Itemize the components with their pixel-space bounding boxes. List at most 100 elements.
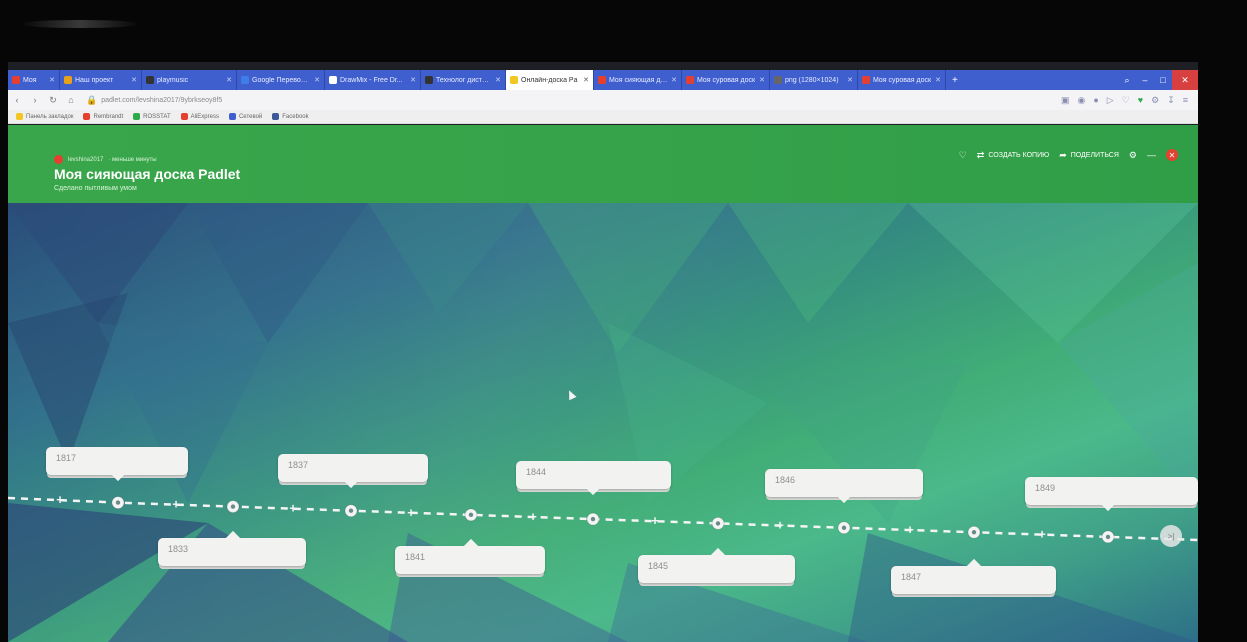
scroll-to-end-button[interactable]: >| xyxy=(1160,525,1182,547)
timeline-post-card[interactable]: 1845 xyxy=(638,547,795,583)
board-subtitle: Сделано пытливым умом xyxy=(54,185,137,192)
like-heart-icon[interactable]: ♡ xyxy=(959,150,967,161)
timeline-node-center xyxy=(1105,534,1111,540)
timeline-post-card[interactable]: 1817 xyxy=(46,447,188,482)
timeline-node-center xyxy=(841,525,847,530)
lock-icon: 🔒 xyxy=(86,94,98,105)
tab-close-icon[interactable]: ✕ xyxy=(580,76,589,84)
window-controls: ⌕ – □ ✕ xyxy=(1118,70,1198,90)
more-icon[interactable]: — xyxy=(1147,150,1156,160)
reader-icon[interactable]: ▣ xyxy=(1061,95,1070,106)
bookmark-item[interactable]: Сетевой xyxy=(228,113,262,120)
tab-favicon-icon xyxy=(774,76,782,84)
tab-close-icon[interactable]: ✕ xyxy=(46,76,55,84)
timeline-post-card[interactable]: 1847 xyxy=(891,558,1056,594)
heart-icon[interactable]: ♡ xyxy=(1122,95,1130,106)
browser-tab[interactable]: playmusic ✕ xyxy=(142,70,237,90)
remake-label: СОЗДАТЬ КОПИЮ xyxy=(988,151,1050,159)
author-avatar[interactable] xyxy=(54,155,63,164)
gear-icon[interactable]: ⚙ xyxy=(1129,150,1137,161)
shield-icon[interactable]: ♥ xyxy=(1138,95,1143,105)
add-post-plus-icon[interactable]: + xyxy=(906,522,914,537)
search-icon[interactable]: ⌕ xyxy=(1118,70,1136,90)
bookmark-item[interactable]: ROSSTAT xyxy=(133,113,171,120)
user-menu-icon[interactable]: ✕ xyxy=(1166,149,1178,161)
tab-close-icon[interactable]: ✕ xyxy=(932,76,941,84)
browser-tab[interactable]: Онлайн-доска Pa ✕ xyxy=(506,70,594,90)
forward-icon[interactable]: › xyxy=(26,95,44,105)
add-post-plus-icon[interactable]: + xyxy=(56,492,64,507)
share-icon: ➦ xyxy=(1059,149,1067,160)
bookmark-item[interactable]: Панель закладок xyxy=(16,113,73,120)
tab-close-icon[interactable]: ✕ xyxy=(492,76,501,84)
tab-close-icon[interactable]: ✕ xyxy=(844,76,853,84)
add-post-plus-icon[interactable]: + xyxy=(776,518,784,533)
browser-tab[interactable]: Моя сияющая доск ✕ xyxy=(594,70,682,90)
home-icon[interactable]: ⌂ xyxy=(62,95,80,105)
tab-close-icon[interactable]: ✕ xyxy=(223,76,232,84)
bookmark-favicon-icon xyxy=(180,113,188,120)
browser-tab[interactable]: Google Переводчик ✕ xyxy=(237,70,325,90)
maximize-icon[interactable]: □ xyxy=(1154,70,1172,90)
header-actions: ♡ ⇄ СОЗДАТЬ КОПИЮ ➦ ПОДЕЛИТЬСЯ ⚙ — ✕ xyxy=(959,149,1178,161)
timeline-node-center xyxy=(971,530,977,535)
post-title: 1837 xyxy=(288,460,309,470)
add-post-plus-icon[interactable]: + xyxy=(1038,527,1046,542)
share-label: ПОДЕЛИТЬСЯ xyxy=(1070,151,1119,159)
timeline-post-card[interactable]: 1837 xyxy=(278,454,428,489)
camera-icon[interactable]: ◉ xyxy=(1077,95,1085,106)
address-bar[interactable]: 🔒 padlet.com/levshina2017/9ybrkseoy8f5 xyxy=(86,95,222,106)
add-post-plus-icon[interactable]: + xyxy=(172,497,180,512)
browser-tab[interactable]: Моя ✕ xyxy=(8,70,60,90)
tab-favicon-icon xyxy=(598,76,606,84)
edit-time: · меньше минуты xyxy=(108,156,157,163)
vpn-icon[interactable]: ● xyxy=(1093,95,1098,105)
browser-tab[interactable]: Наш проект ✕ xyxy=(60,70,142,90)
timeline-node-center xyxy=(715,521,721,526)
remake-button[interactable]: ⇄ СОЗДАТЬ КОПИЮ xyxy=(977,150,1049,161)
share-button[interactable]: ➦ ПОДЕЛИТЬСЯ xyxy=(1059,150,1119,161)
bookmark-item[interactable]: Rembrandt xyxy=(83,113,123,120)
tab-favicon-icon xyxy=(329,76,337,84)
url-text[interactable]: padlet.com/levshina2017/9ybrkseoy8f5 xyxy=(101,97,222,104)
browser-tab[interactable]: DrawMix - Free Dr... ✕ xyxy=(325,70,421,90)
download-icon[interactable]: ↧ xyxy=(1167,95,1175,106)
post-title: 1845 xyxy=(648,561,669,571)
tab-close-icon[interactable]: ✕ xyxy=(311,76,320,84)
timeline-post-card[interactable]: 1833 xyxy=(158,530,306,566)
bookmark-label: Rembrandt xyxy=(93,113,124,120)
post-title: 1833 xyxy=(168,544,189,554)
menu-icon[interactable]: ≡ xyxy=(1183,95,1188,105)
tab-favicon-icon xyxy=(12,76,20,84)
tab-close-icon[interactable]: ✕ xyxy=(668,76,677,84)
browser-tab[interactable]: Моя суровая доск ✕ xyxy=(682,70,770,90)
settings-icon[interactable]: ⚙ xyxy=(1151,95,1159,106)
add-post-plus-icon[interactable]: + xyxy=(289,501,297,516)
browser-tab[interactable]: png (1280×1024) ✕ xyxy=(770,70,858,90)
back-icon[interactable]: ‹ xyxy=(8,95,26,105)
bookmark-item[interactable]: Facebook xyxy=(272,113,309,120)
bookmark-item[interactable]: AliExpress xyxy=(180,113,219,120)
background-facet xyxy=(368,203,528,313)
browser-tab[interactable]: Технолог дистанц ✕ xyxy=(421,70,506,90)
add-post-plus-icon[interactable]: + xyxy=(651,513,659,528)
tab-close-icon[interactable]: ✕ xyxy=(756,76,765,84)
tab-close-icon[interactable]: ✕ xyxy=(407,76,416,84)
author-name[interactable]: levshina2017 xyxy=(68,157,103,163)
bookmark-favicon-icon xyxy=(83,113,91,120)
play-icon[interactable]: ▷ xyxy=(1107,95,1114,106)
background-facet xyxy=(8,293,128,463)
browser-tab[interactable]: Моя суровая доск ✕ xyxy=(858,70,946,90)
close-window-icon[interactable]: ✕ xyxy=(1172,70,1198,90)
new-tab-icon[interactable]: + xyxy=(946,70,964,90)
timeline-post-card[interactable]: 1846 xyxy=(765,469,923,504)
timeline-post-card[interactable]: 1844 xyxy=(516,461,671,496)
minimize-icon[interactable]: – xyxy=(1136,70,1154,90)
add-post-plus-icon[interactable]: + xyxy=(529,509,537,524)
tab-close-icon[interactable]: ✕ xyxy=(128,76,137,84)
add-post-plus-icon[interactable]: + xyxy=(407,505,415,520)
reload-icon[interactable]: ↻ xyxy=(44,95,62,106)
board-canvas: + + + + + + + + + >| 1817 1833 1837 1841 1844 1845 184… xyxy=(8,203,1198,642)
timeline-post-card[interactable]: 1841 xyxy=(395,538,545,574)
timeline-post-card[interactable]: 1849 xyxy=(1025,477,1198,512)
